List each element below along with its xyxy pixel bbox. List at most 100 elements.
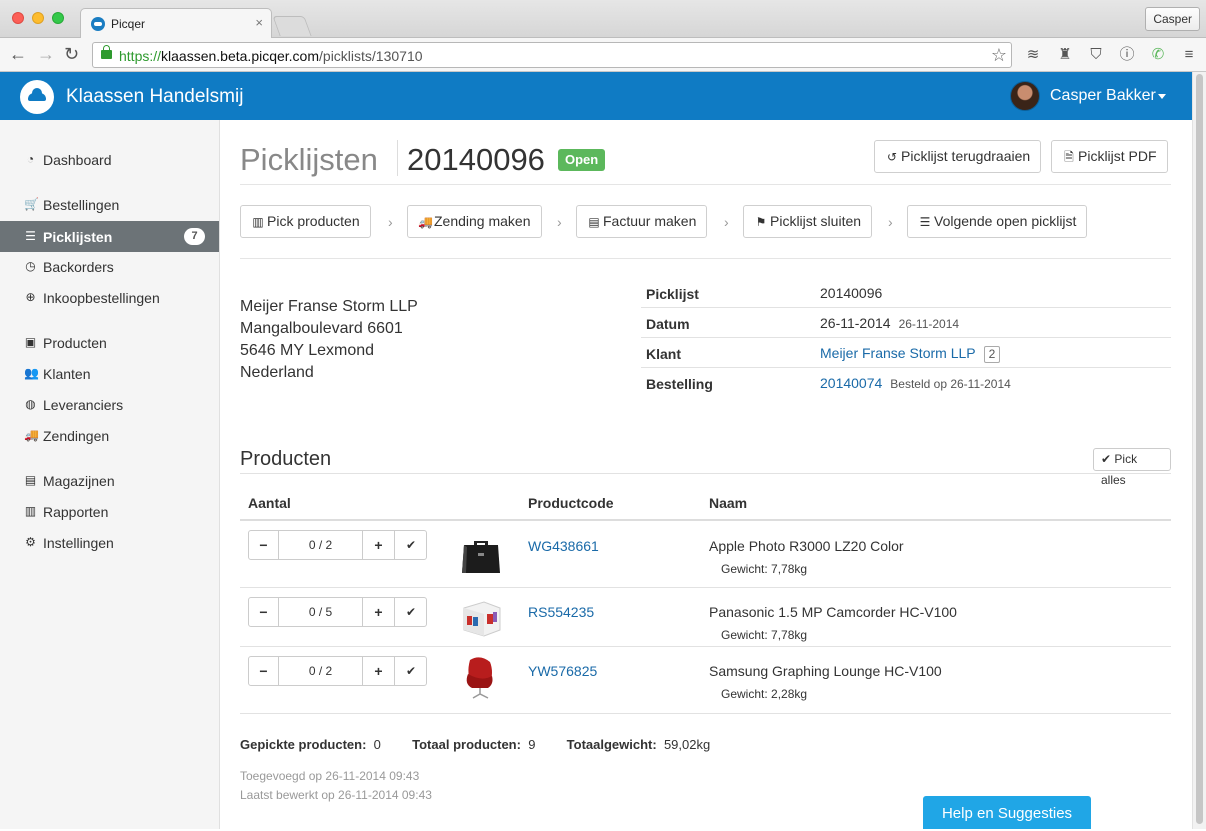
sidebar-item-magazijnen[interactable]: ▤ Magazijnen [0, 465, 219, 496]
table-row: − 0 / 2 + ✔ WG438661 Apple Photo R3000 L… [240, 521, 1171, 588]
phone-extension-icon[interactable]: ✆ [1149, 46, 1167, 64]
increment-button[interactable]: + [363, 598, 395, 626]
page-scrollbar[interactable] [1192, 72, 1206, 829]
address-line: 5646 MY Lexmond [240, 342, 375, 359]
cart-icon: 🛒 [24, 197, 39, 211]
menu-icon[interactable]: ≡ [1180, 46, 1198, 64]
revert-picklist-button[interactable]: ↺ Picklijst terugdraaien [874, 140, 1042, 173]
date-value: 26-11-2014 [820, 315, 891, 331]
new-tab-button[interactable] [272, 16, 312, 36]
info-label: Bestelling [646, 376, 713, 392]
sidebar-item-klanten[interactable]: 👥 Klanten [0, 358, 219, 389]
quantity-stepper: − 0 / 2 + ✔ [248, 530, 427, 560]
pocket-extension-icon[interactable]: ⛉ [1087, 46, 1105, 64]
stamp-extension-icon[interactable]: ♜ [1056, 46, 1074, 64]
step-label: Zending maken [434, 213, 531, 229]
reload-icon[interactable]: ↻ [64, 44, 79, 64]
confirm-pick-button[interactable]: ✔ [395, 657, 427, 685]
sidebar-item-bestellingen[interactable]: 🛒 Bestellingen [0, 189, 219, 220]
chevron-right-icon: › [557, 214, 562, 230]
picked-value: 0 [373, 737, 381, 752]
date-secondary: 26-11-2014 [898, 317, 960, 331]
decrement-button[interactable]: − [249, 657, 279, 685]
column-header-name: Naam [709, 495, 748, 511]
tab-close-icon[interactable]: × [255, 15, 263, 30]
quantity-stepper: − 0 / 5 + ✔ [248, 597, 427, 627]
undo-icon: ↺ [886, 150, 898, 164]
sidebar-item-inkoopbestellingen[interactable]: ⊕ Inkoopbestellingen [0, 282, 219, 313]
back-icon[interactable]: ← [9, 44, 27, 64]
customer-link[interactable]: Meijer Franse Storm LLP [820, 345, 976, 361]
brand-name[interactable]: Klaassen Handelsmij [66, 86, 243, 108]
address-bar[interactable]: https://klaassen.beta.picqer.com/picklis… [92, 42, 1012, 68]
picklijsten-count-badge: 7 [184, 228, 205, 245]
sidebar-item-label: Klanten [43, 366, 91, 382]
list-icon: ☰ [25, 229, 36, 243]
browser-profile-button[interactable]: Casper [1145, 7, 1200, 31]
next-open-picklist-button[interactable]: ☰ Volgende open picklijst [907, 205, 1088, 238]
globe-icon: ◍ [25, 397, 36, 411]
info-label: Klant [646, 346, 681, 362]
create-shipment-button[interactable]: 🚚Zending maken [407, 205, 542, 238]
sidebar-item-label: Producten [43, 335, 107, 351]
sidebar-item-producten[interactable]: ▣ Producten [0, 327, 219, 358]
products-divider [240, 473, 1171, 474]
picqer-logo-icon[interactable] [20, 80, 54, 114]
scrollbar-thumb[interactable] [1196, 74, 1203, 824]
browser-tab[interactable]: Picqer × [80, 8, 272, 38]
decrement-button[interactable]: − [249, 598, 279, 626]
sidebar-item-backorders[interactable]: ◷ Backorders [0, 251, 219, 282]
user-menu[interactable]: Casper Bakker [1050, 87, 1156, 105]
product-image-red-chair[interactable] [458, 654, 504, 700]
close-window-icon[interactable] [12, 12, 24, 24]
sidebar-item-picklijsten[interactable]: ☰ Picklijsten 7 [0, 221, 219, 252]
confirm-pick-button[interactable]: ✔ [395, 598, 427, 626]
increment-button[interactable]: + [363, 657, 395, 685]
page-section-title[interactable]: Picklijsten [240, 142, 378, 178]
layers-extension-icon[interactable]: ≋ [1024, 46, 1042, 64]
info-extension-icon[interactable]: ⓘ [1118, 46, 1136, 64]
url-text[interactable]: https://klaassen.beta.picqer.com/picklis… [119, 48, 423, 64]
pick-products-button[interactable]: ▥ Pick producten [240, 205, 371, 238]
close-picklist-button[interactable]: ⚑ Picklijst sluiten [743, 205, 873, 238]
chevron-right-icon: › [388, 214, 393, 230]
product-image-box[interactable] [458, 594, 504, 640]
clock-icon: ◷ [25, 259, 36, 273]
gear-icon: ⚙ [25, 535, 36, 549]
minimize-window-icon[interactable] [32, 12, 44, 24]
sidebar-item-zendingen[interactable]: 🚚 Zendingen [0, 420, 219, 451]
sidebar-item-leveranciers[interactable]: ◍ Leveranciers [0, 389, 219, 420]
picqer-favicon-icon [91, 17, 105, 31]
sidebar-item-dashboard[interactable]: ◔ Dashboard [0, 144, 219, 175]
order-link[interactable]: 20140074 [820, 375, 882, 391]
pick-all-button[interactable]: ✔ Pick alles [1093, 448, 1171, 487]
info-row-bestelling: Bestelling 20140074 Besteld op 26-11-2014 [641, 368, 1171, 398]
quantity-value[interactable]: 0 / 5 [279, 598, 363, 626]
maximize-window-icon[interactable] [52, 12, 64, 24]
product-code-link[interactable]: RS554235 [528, 604, 594, 620]
sidebar-item-instellingen[interactable]: ⚙ Instellingen [0, 527, 219, 558]
help-suggestions-button[interactable]: Help en Suggesties [923, 796, 1091, 829]
avatar[interactable] [1010, 81, 1040, 111]
quantity-stepper: − 0 / 2 + ✔ [248, 656, 427, 686]
bookmark-star-icon[interactable]: ☆ [991, 45, 1007, 66]
product-weight: Gewicht: 7,78kg [721, 628, 808, 642]
confirm-pick-button[interactable]: ✔ [395, 531, 427, 559]
total-label: Totaal producten: [412, 737, 521, 752]
quantity-value[interactable]: 0 / 2 [279, 531, 363, 559]
decrement-button[interactable]: − [249, 531, 279, 559]
picklist-pdf-button[interactable]: 🗎 Picklijst PDF [1051, 140, 1168, 173]
product-image-briefcase[interactable] [458, 531, 504, 577]
create-invoice-button[interactable]: ▤ Factuur maken [576, 205, 708, 238]
increment-button[interactable]: + [363, 531, 395, 559]
chevron-down-icon[interactable] [1158, 94, 1166, 99]
sidebar-item-label: Backorders [43, 259, 114, 275]
info-value: 20140096 [820, 285, 883, 301]
quantity-value[interactable]: 0 / 2 [279, 657, 363, 685]
download-icon: ⊕ [25, 290, 36, 304]
header-divider [240, 184, 1171, 185]
sidebar-item-rapporten[interactable]: ▥ Rapporten [0, 496, 219, 527]
forward-icon[interactable]: → [37, 44, 55, 64]
product-code-link[interactable]: YW576825 [528, 663, 597, 679]
product-code-link[interactable]: WG438661 [528, 538, 599, 554]
